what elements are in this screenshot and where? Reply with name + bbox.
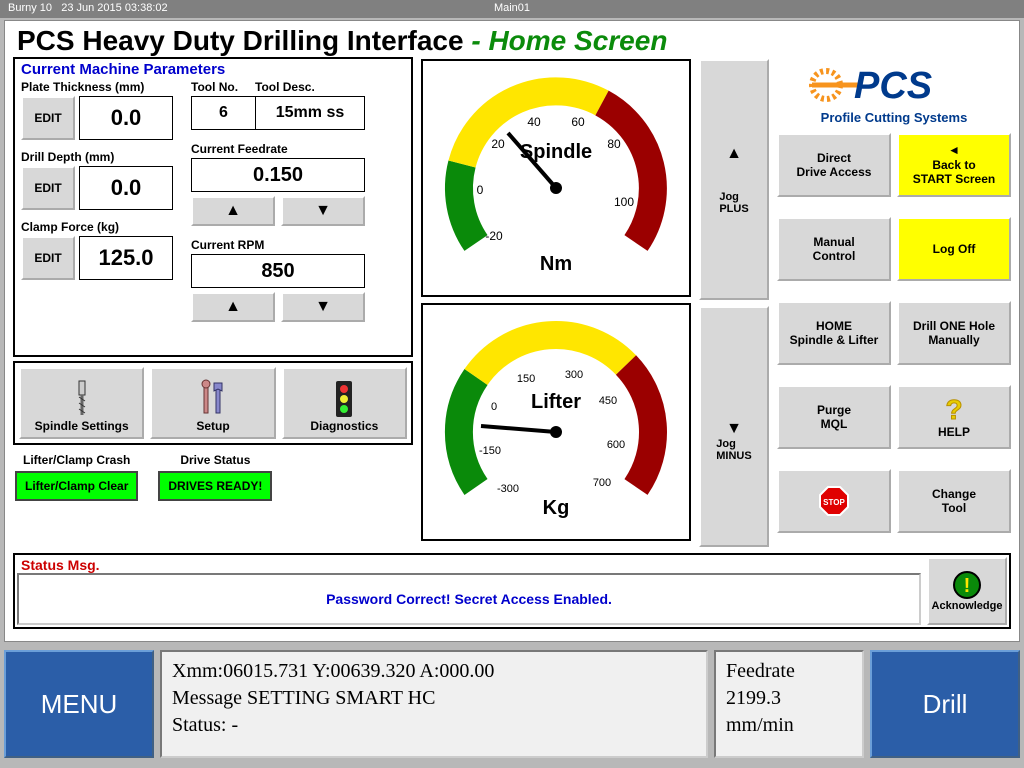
screen-id: Main01 bbox=[344, 2, 680, 16]
svg-text:0: 0 bbox=[491, 401, 497, 413]
tool-desc-label: Tool Desc. bbox=[255, 80, 315, 94]
feedrate-panel: Feedrate 2199.3 mm/min bbox=[714, 650, 864, 758]
crash-status: Lifter/Clamp Crash Lifter/Clamp Clear bbox=[15, 453, 138, 501]
plate-thickness-label: Plate Thickness (mm) bbox=[21, 80, 173, 94]
clamp-force-label: Clamp Force (kg) bbox=[21, 220, 173, 234]
tool-desc-value: 15mm ss bbox=[255, 96, 365, 130]
drill-depth-edit-button[interactable]: EDIT bbox=[21, 166, 75, 210]
titlebar: Burny 10 23 Jun 2015 03:38:02 Main01 bbox=[0, 0, 1024, 18]
setup-button[interactable]: Setup bbox=[150, 367, 275, 439]
up-arrow-icon: ▲ bbox=[726, 145, 742, 163]
svg-text:?: ? bbox=[945, 395, 962, 425]
svg-text:0: 0 bbox=[477, 183, 484, 197]
svg-text:700: 700 bbox=[593, 477, 611, 489]
message-line: Message SETTING SMART HC bbox=[172, 685, 696, 712]
status-line: Status: - bbox=[172, 712, 696, 739]
icon-toolbar: Spindle Settings Setup Diagnostics bbox=[13, 361, 413, 445]
svg-text:150: 150 bbox=[517, 373, 535, 385]
coords-line: Xmm:06015.731 Y:00639.320 A:000.00 bbox=[172, 658, 696, 685]
rpm-label: Current RPM bbox=[191, 238, 365, 252]
direct-drive-button[interactable]: DirectDrive Access bbox=[777, 133, 891, 197]
bottom-bar: MENU Xmm:06015.731 Y:00639.320 A:000.00 … bbox=[0, 644, 1024, 764]
logo: PCS Profile Cutting Systems bbox=[777, 57, 1011, 127]
status-msg-body: Password Correct! Secret Access Enabled. bbox=[17, 573, 921, 625]
jog-plus-button[interactable]: ▲ JogPLUS bbox=[699, 59, 769, 300]
svg-text:40: 40 bbox=[527, 115, 541, 129]
drill-one-button[interactable]: Drill ONE HoleManually bbox=[897, 301, 1011, 365]
question-icon: ? bbox=[939, 395, 969, 425]
status-msg-header: Status Msg. bbox=[17, 557, 921, 573]
drill-depth-value: 0.0 bbox=[79, 166, 173, 210]
rpm-value: 850 bbox=[191, 254, 365, 288]
status-msg-bar: Status Msg. Password Correct! Secret Acc… bbox=[13, 553, 1011, 629]
drill-button[interactable]: Drill bbox=[870, 650, 1020, 758]
logoff-button[interactable]: Log Off bbox=[897, 217, 1011, 281]
drill-depth-label: Drill Depth (mm) bbox=[21, 150, 173, 164]
app-name: Burny 10 bbox=[8, 2, 52, 14]
coord-panel: Xmm:06015.731 Y:00639.320 A:000.00 Messa… bbox=[160, 650, 708, 758]
svg-text:450: 450 bbox=[599, 395, 617, 407]
feedrate-label: Current Feedrate bbox=[191, 142, 365, 156]
svg-text:600: 600 bbox=[607, 439, 625, 451]
svg-text:60: 60 bbox=[571, 115, 585, 129]
down-arrow-icon: ▼ bbox=[726, 420, 742, 438]
tool-no-value: 6 bbox=[191, 96, 255, 130]
change-tool-button[interactable]: ChangeTool bbox=[897, 469, 1011, 533]
diagnostics-button[interactable]: Diagnostics bbox=[282, 367, 407, 439]
page-title: PCS Heavy Duty Drilling Interface - Home… bbox=[13, 25, 1011, 57]
main-window: PCS Heavy Duty Drilling Interface - Home… bbox=[4, 20, 1020, 642]
svg-text:!: ! bbox=[964, 575, 971, 597]
tools-icon bbox=[198, 379, 228, 419]
feedrate-value: 0.150 bbox=[191, 158, 365, 192]
drill-icon bbox=[69, 379, 95, 419]
stop-button[interactable]: STOP bbox=[777, 469, 891, 533]
params-title: Current Machine Parameters bbox=[21, 61, 405, 78]
svg-text:100: 100 bbox=[614, 195, 634, 209]
svg-text:20: 20 bbox=[491, 137, 505, 151]
alert-icon: ! bbox=[952, 570, 982, 600]
traffic-light-icon bbox=[334, 379, 354, 419]
tool-no-label: Tool No. bbox=[191, 80, 255, 94]
svg-text:Kg: Kg bbox=[543, 497, 570, 519]
plate-thickness-edit-button[interactable]: EDIT bbox=[21, 96, 75, 140]
purge-mql-button[interactable]: PurgeMQL bbox=[777, 385, 891, 449]
timestamp: 23 Jun 2015 03:38:02 bbox=[61, 2, 167, 14]
rpm-down-button[interactable]: ▼ bbox=[281, 292, 365, 322]
svg-text:Nm: Nm bbox=[540, 253, 572, 275]
back-start-button[interactable]: ◄Back toSTART Screen bbox=[897, 133, 1011, 197]
menu-button[interactable]: MENU bbox=[4, 650, 154, 758]
lifter-gauge: -300 -150 0 150 300 450 600 700 Lifter K… bbox=[431, 312, 681, 532]
spindle-gauge: -20 0 20 40 60 80 100 Spindle Nm bbox=[431, 68, 681, 288]
drive-status: Drive Status DRIVES READY! bbox=[158, 453, 272, 501]
stop-icon: STOP bbox=[817, 484, 851, 518]
drive-indicator: DRIVES READY! bbox=[158, 471, 272, 501]
home-spindle-button[interactable]: HOMESpindle & Lifter bbox=[777, 301, 891, 365]
svg-text:80: 80 bbox=[607, 137, 621, 151]
spindle-settings-button[interactable]: Spindle Settings bbox=[19, 367, 144, 439]
lifter-gauge-card: -300 -150 0 150 300 450 600 700 Lifter K… bbox=[421, 303, 691, 541]
feedrate-up-button[interactable]: ▲ bbox=[191, 196, 275, 226]
svg-text:Lifter: Lifter bbox=[531, 391, 581, 413]
svg-text:300: 300 bbox=[565, 369, 583, 381]
svg-text:-150: -150 bbox=[479, 445, 501, 457]
crash-indicator: Lifter/Clamp Clear bbox=[15, 471, 138, 501]
svg-text:-300: -300 bbox=[497, 483, 519, 495]
spindle-gauge-card: -20 0 20 40 60 80 100 Spindle Nm bbox=[421, 59, 691, 297]
svg-text:PCS: PCS bbox=[854, 65, 932, 107]
acknowledge-button[interactable]: ! Acknowledge bbox=[927, 557, 1007, 625]
jog-minus-button[interactable]: JogMINUS ▼ bbox=[699, 306, 769, 547]
clamp-force-edit-button[interactable]: EDIT bbox=[21, 236, 75, 280]
clamp-force-value: 125.0 bbox=[79, 236, 173, 280]
feedrate-down-button[interactable]: ▼ bbox=[281, 196, 365, 226]
svg-text:STOP: STOP bbox=[823, 498, 845, 507]
manual-control-button[interactable]: ManualControl bbox=[777, 217, 891, 281]
rpm-up-button[interactable]: ▲ bbox=[191, 292, 275, 322]
help-button[interactable]: ? HELP bbox=[897, 385, 1011, 449]
params-panel: Current Machine Parameters Plate Thickne… bbox=[13, 57, 413, 357]
plate-thickness-value: 0.0 bbox=[79, 96, 173, 140]
svg-text:-20: -20 bbox=[485, 229, 503, 243]
